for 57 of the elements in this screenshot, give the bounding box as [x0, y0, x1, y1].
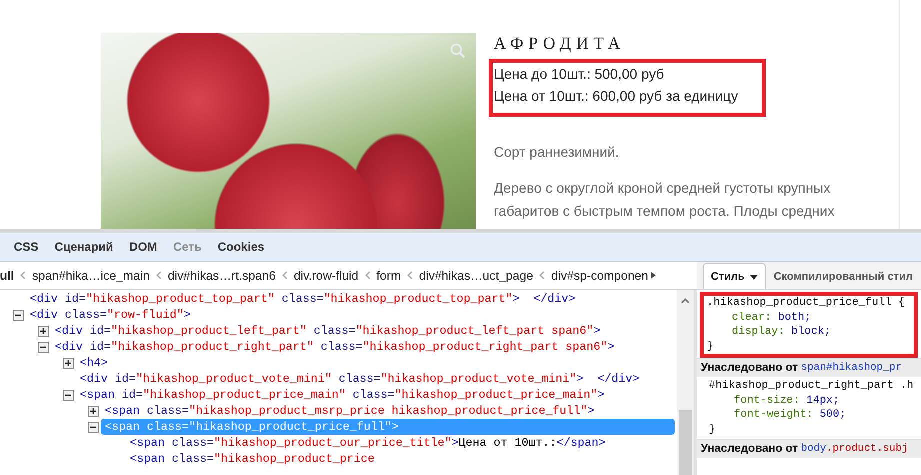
source-link[interactable]: body.product.subj	[801, 442, 908, 456]
side-panel-tab[interactable]: Скомпилированный стил	[766, 263, 921, 289]
price-text: Цена до 10шт.: 500,00 руб	[494, 65, 666, 84]
collapse-toggle-icon[interactable]	[63, 390, 74, 400]
html-code-line[interactable]: <div id="hikashop_product_vote_mini" class="hikashop_product_vote_mini"> </div>	[80, 371, 644, 387]
price-text: Цена от 10шт.: 600,00 руб за единицу	[494, 87, 740, 106]
description-text: Сорт раннезимний.	[494, 143, 620, 162]
product-title: АФРОДИТА	[494, 33, 626, 55]
inherited-label: Унаследовано от	[701, 442, 798, 456]
breadcrumb-item[interactable]: form	[376, 268, 402, 282]
scroll-up-icon[interactable]	[681, 298, 690, 304]
css-declaration[interactable]: display: block;	[707, 325, 908, 340]
breadcrumb-item[interactable]: ull	[0, 268, 14, 282]
html-code-line[interactable]: <span class="hikashop_product_msrp_price hikashop_product_price_full">	[105, 403, 599, 419]
scrollbar[interactable]	[677, 290, 694, 475]
collapse-toggle-icon[interactable]	[38, 342, 49, 352]
chevron-left-icon	[156, 271, 162, 280]
expand-toggle-icon[interactable]	[63, 358, 74, 368]
expand-toggle-icon[interactable]	[88, 406, 99, 416]
html-code-line[interactable]: <div id="hikashop_product_right_part" class="hikashop_product_right_part span6">	[55, 339, 619, 355]
chevron-left-icon	[20, 271, 26, 280]
css-selector: #hikashop_product_right_part .h	[709, 379, 915, 394]
html-code-line[interactable]: <span class="hikashop_product_our_price_title">Цена от 10шт.:</span>	[130, 435, 610, 451]
breadcrumb-item[interactable]: div#sp-componen	[551, 268, 648, 282]
html-code-line[interactable]: <div class="row-fluid">	[30, 307, 195, 323]
breadcrumb-item[interactable]: span#hika…ice_main	[32, 268, 150, 282]
chevron-left-icon	[407, 271, 414, 280]
css-selector: .hikashop_product_price_full {	[707, 296, 906, 310]
panel-tab[interactable]: Сценарий	[46, 240, 122, 254]
collapse-toggle-icon[interactable]	[13, 310, 24, 320]
chevron-left-icon	[364, 271, 371, 280]
caret-icon[interactable]	[750, 274, 758, 280]
css-declaration[interactable]: clear: both;	[707, 310, 908, 325]
breadcrumb-item[interactable]: div#hikas…rt.span6	[168, 268, 276, 282]
description-text: Дерево с округлой кроной средней густоты крупных габаритов с быстрым темпом роста. Плоды средних	[494, 179, 836, 221]
inherited-label: Унаследовано от	[701, 361, 798, 375]
closing-brace: }	[707, 340, 715, 354]
expand-toggle-icon[interactable]	[38, 326, 49, 336]
collapse-toggle-icon[interactable]	[88, 422, 99, 432]
html-code-line[interactable]: <div id="hikashop_product_top_part" class="hikashop_product_top_part"> </div>	[30, 291, 580, 307]
html-code-line[interactable]: <span class="hikashop_product_price	[130, 451, 379, 467]
css-declaration[interactable]: font-weight: 500;	[709, 408, 917, 422]
side-panel-tab[interactable]: Стиль	[703, 263, 766, 289]
panel-tab[interactable]: Cookies	[210, 240, 273, 254]
breadcrumb-item[interactable]: div#hikas…uct_page	[419, 268, 534, 282]
panel-tab[interactable]: DOM	[121, 240, 166, 254]
html-code-line[interactable]: <h4>	[80, 355, 112, 371]
more-arrow-icon[interactable]	[650, 272, 656, 279]
closing-brace: }	[709, 422, 717, 437]
panel-tab[interactable]: CSS	[6, 240, 47, 254]
breadcrumb-item[interactable]: div.row-fluid	[294, 268, 359, 282]
html-code-line[interactable]: <span id="hikashop_product_price_main" class="hikashop_product_price_main">	[80, 387, 609, 403]
chevron-left-icon	[282, 271, 288, 280]
source-link[interactable]: span#hikashop_pr	[801, 361, 902, 375]
css-declaration[interactable]: font-size: 14px;	[709, 394, 917, 408]
chevron-left-icon	[539, 271, 546, 280]
html-code-line[interactable]: <div id="hikashop_product_left_part" class="hikashop_product_left_part span6">	[55, 323, 605, 339]
